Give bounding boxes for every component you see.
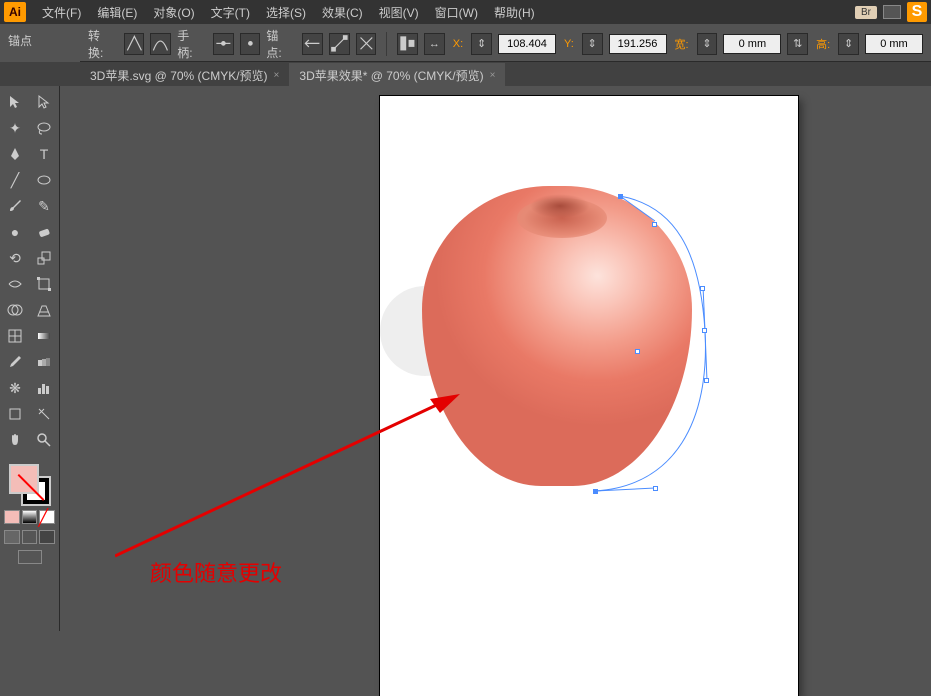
perspective-tool[interactable] <box>31 298 57 322</box>
menu-select[interactable]: 选择(S) <box>258 4 314 21</box>
graph-tool[interactable] <box>31 376 57 400</box>
convert-corner-button[interactable] <box>124 33 145 55</box>
handle-hide-button[interactable] <box>240 33 261 55</box>
screen-mode-icon[interactable] <box>18 550 42 564</box>
draw-inside-icon[interactable] <box>39 530 55 544</box>
anchor-connect-button[interactable] <box>329 33 350 55</box>
menu-file[interactable]: 文件(F) <box>34 4 89 21</box>
handle-point[interactable] <box>704 378 709 383</box>
w-stepper-icon[interactable]: ⇕ <box>697 33 718 55</box>
draw-behind-icon[interactable] <box>22 530 38 544</box>
menu-view[interactable]: 视图(V) <box>371 4 427 21</box>
menu-window[interactable]: 窗口(W) <box>427 4 486 21</box>
free-transform-tool[interactable] <box>31 272 57 296</box>
close-icon[interactable]: × <box>490 70 496 81</box>
convert-label: 转换: <box>88 27 114 61</box>
context-label: 锚点 <box>8 32 32 49</box>
tab-bar: 3D苹果.svg @ 70% (CMYK/预览) × 3D苹果效果* @ 70%… <box>0 62 931 88</box>
menu-object[interactable]: 对象(O) <box>145 4 202 21</box>
x-input[interactable] <box>498 34 556 54</box>
direct-selection-tool[interactable] <box>31 90 57 114</box>
menu-help[interactable]: 帮助(H) <box>486 4 543 21</box>
align-arrow-icon[interactable]: ↔ <box>424 33 445 55</box>
ellipse-tool[interactable] <box>31 168 57 192</box>
w-label: 宽: <box>675 36 689 52</box>
tab-1[interactable]: 3D苹果效果* @ 70% (CMYK/预览) × <box>289 63 505 88</box>
gradient-tool[interactable] <box>31 324 57 348</box>
canvas-area[interactable]: X I 网 system.com <box>60 86 931 631</box>
brush-tool[interactable] <box>2 194 28 218</box>
tab-label: 3D苹果效果* @ 70% (CMYK/预览) <box>299 67 483 84</box>
pen-tool[interactable] <box>2 142 28 166</box>
y-input[interactable] <box>609 34 667 54</box>
artboard[interactable]: X I 网 system.com <box>380 96 798 696</box>
anchor-remove-button[interactable] <box>302 33 323 55</box>
slice-tool[interactable] <box>31 402 57 426</box>
scale-tool[interactable] <box>31 246 57 270</box>
h-input[interactable] <box>865 34 923 54</box>
menu-bar: Ai 文件(F) 编辑(E) 对象(O) 文字(T) 选择(S) 效果(C) 视… <box>0 0 931 24</box>
width-tool[interactable] <box>2 272 28 296</box>
color-swatch-area: ╱ <box>2 458 57 566</box>
anchor-point[interactable] <box>702 328 707 333</box>
tab-label: 3D苹果.svg @ 70% (CMYK/预览) <box>90 67 268 84</box>
y-stepper-icon[interactable]: ⇕ <box>582 33 603 55</box>
handle-label: 手柄: <box>177 27 203 61</box>
x-label: X: <box>453 38 463 50</box>
center-point[interactable] <box>635 349 640 354</box>
w-input[interactable] <box>723 34 781 54</box>
handle-point[interactable] <box>652 222 657 227</box>
x-stepper-icon[interactable]: ⇕ <box>471 33 492 55</box>
eyedropper-tool[interactable] <box>2 350 28 374</box>
line-tool[interactable]: ╱ <box>2 168 28 192</box>
shape-builder-tool[interactable] <box>2 298 28 322</box>
convert-smooth-button[interactable] <box>150 33 171 55</box>
type-tool[interactable]: T <box>31 142 57 166</box>
rotate-tool[interactable]: ⟲ <box>2 246 28 270</box>
align-icon[interactable] <box>397 33 418 55</box>
artboard-tool[interactable] <box>2 402 28 426</box>
eraser-tool[interactable] <box>31 220 57 244</box>
lasso-tool[interactable] <box>31 116 57 140</box>
link-wh-icon[interactable]: ⇅ <box>787 33 808 55</box>
layout-icon[interactable] <box>883 5 901 19</box>
close-icon[interactable]: × <box>274 70 280 81</box>
pencil-tool[interactable]: ✎ <box>31 194 57 218</box>
zoom-tool[interactable] <box>31 428 57 452</box>
handle-show-button[interactable] <box>213 33 234 55</box>
control-bar: 转换: 手柄: 锚点: ↔ X: ⇕ Y: ⇕ 宽: ⇕ ⇅ 高: ⇕ <box>80 26 931 62</box>
handle-point[interactable] <box>700 286 705 291</box>
mini-swatch-none[interactable]: ╱ <box>39 510 55 524</box>
h-stepper-icon[interactable]: ⇕ <box>838 33 859 55</box>
menu-effect[interactable]: 效果(C) <box>314 4 371 21</box>
bridge-icon[interactable]: Br <box>855 6 877 19</box>
magic-wand-tool[interactable]: ✦ <box>2 116 28 140</box>
anchor-point[interactable] <box>618 194 623 199</box>
draw-normal-icon[interactable] <box>4 530 20 544</box>
app-logo: Ai <box>4 2 26 22</box>
toolbox: ✦ T ╱ ✎ ● ⟲ ❋ ╱ <box>0 86 60 631</box>
menu-type[interactable]: 文字(T) <box>203 4 258 21</box>
annotation-text: 颜色随意更改 <box>150 556 282 588</box>
anchor-point[interactable] <box>593 489 598 494</box>
mini-swatch-color[interactable] <box>4 510 20 524</box>
apple-shape[interactable] <box>422 186 702 496</box>
handle-point[interactable] <box>653 486 658 491</box>
hand-tool[interactable] <box>2 428 28 452</box>
menu-edit[interactable]: 编辑(E) <box>89 4 145 21</box>
selection-tool[interactable] <box>2 90 28 114</box>
mesh-tool[interactable] <box>2 324 28 348</box>
blend-tool[interactable] <box>31 350 57 374</box>
anchor-label: 锚点: <box>266 27 292 61</box>
tab-0[interactable]: 3D苹果.svg @ 70% (CMYK/预览) × <box>80 63 289 88</box>
anchor-cut-button[interactable] <box>356 33 377 55</box>
y-label: Y: <box>564 38 574 50</box>
s-badge-icon: S <box>907 2 927 22</box>
symbol-tool[interactable]: ❋ <box>2 376 28 400</box>
blob-brush-tool[interactable]: ● <box>2 220 28 244</box>
mini-swatch-gradient[interactable] <box>22 510 38 524</box>
h-label: 高: <box>816 36 830 52</box>
